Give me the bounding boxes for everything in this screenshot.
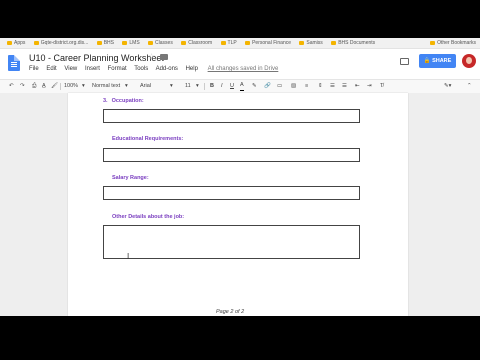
bold-icon[interactable]: B [210, 80, 214, 93]
toolbar-divider [204, 83, 205, 90]
salary-label: Salary Range: [112, 175, 149, 181]
google-docs-icon[interactable] [8, 55, 20, 71]
comments-icon[interactable] [400, 58, 409, 65]
folder-icon [331, 41, 337, 45]
menu-tools[interactable]: Tools [134, 66, 148, 72]
bookmark-item[interactable]: Gqte-district.org.dis... [33, 38, 88, 48]
bookmark-item[interactable]: LMS [122, 38, 140, 48]
folder-icon [122, 41, 128, 45]
numbered-list-icon[interactable]: ☰ [330, 80, 335, 93]
bookmark-item[interactable]: Classes [148, 38, 173, 48]
text-cursor-icon: I [127, 252, 130, 261]
align-icon[interactable]: ≡ [305, 80, 308, 93]
zoom-select[interactable]: 100% [64, 80, 78, 93]
bookmark-item[interactable]: Samiss [299, 38, 323, 48]
font-size-select[interactable]: 11 [185, 80, 191, 93]
increase-indent-icon[interactable]: ⇥ [367, 80, 372, 93]
avatar[interactable] [462, 54, 476, 68]
other-details-label: Other Details about the job: [112, 214, 185, 220]
font-select[interactable]: Arial [140, 80, 151, 93]
education-label: Educational Requirements: [112, 136, 184, 142]
decrease-indent-icon[interactable]: ⇤ [355, 80, 360, 93]
clear-format-icon[interactable]: T̸ [380, 80, 383, 93]
salary-field[interactable] [103, 186, 360, 200]
document-canvas: 3. Occupation: Educational Requirements: … [0, 93, 480, 316]
line-spacing-icon[interactable]: ⇕ [318, 80, 323, 93]
folder-icon [181, 41, 187, 45]
star-icon[interactable]: ☆ [148, 52, 155, 61]
document-title[interactable]: U10 - Career Planning Worksheet [29, 53, 164, 63]
page-footer: Page 2 of 2 [216, 309, 245, 315]
apps-icon [7, 41, 12, 45]
bookmark-item[interactable]: BHS [96, 38, 114, 48]
chevron-down-icon: ▾ [170, 83, 173, 89]
toolbar-divider [60, 83, 61, 90]
print-icon[interactable]: ⎙ [32, 80, 36, 93]
chevron-down-icon: ▾ [125, 83, 128, 89]
docs-window: Apps Gqte-district.org.dis... BHS LMS Cl… [0, 38, 480, 316]
menu-file[interactable]: File [29, 66, 39, 72]
bookmark-item[interactable]: TLP [220, 38, 237, 48]
underline-icon[interactable]: U [230, 80, 234, 93]
menu-bar: File Edit View Insert Format Tools Add-o… [29, 66, 284, 72]
menu-view[interactable]: View [64, 66, 77, 72]
education-field[interactable] [103, 148, 360, 162]
bookmark-item[interactable]: Personal Finance [245, 38, 291, 48]
menu-addons[interactable]: Add-ons [156, 66, 178, 72]
folder-icon [220, 41, 226, 45]
other-details-field[interactable] [103, 225, 360, 259]
spellcheck-icon[interactable]: A̲ [42, 80, 46, 93]
occupation-label: 3. Occupation: [103, 98, 144, 104]
bookmarks-bar: Apps Gqte-district.org.dis... BHS LMS Cl… [0, 38, 480, 49]
style-select[interactable]: Normal text [92, 80, 120, 93]
docs-header: U10 - Career Planning Worksheet ☆ File E… [0, 49, 480, 79]
bulleted-list-icon[interactable]: ☰ [342, 80, 347, 93]
text-color-icon[interactable]: A [240, 80, 244, 91]
menu-format[interactable]: Format [108, 66, 127, 72]
share-button[interactable]: 🔒 SHARE [419, 54, 456, 68]
formatting-toolbar: ↶ ↷ ⎙ A̲ 🖌 100% ▾ Normal text ▾ Arial ▾ … [0, 79, 480, 94]
bookmark-apps[interactable]: Apps [7, 38, 25, 48]
bookmark-item[interactable]: Classroom [181, 38, 212, 48]
menu-insert[interactable]: Insert [85, 66, 100, 72]
occupation-field[interactable] [103, 109, 360, 123]
comment-add-icon[interactable]: ▭ [277, 80, 282, 93]
paint-format-icon[interactable]: 🖌 [51, 80, 58, 93]
redo-icon[interactable]: ↷ [20, 80, 25, 93]
folder-icon [148, 41, 154, 45]
link-icon[interactable]: 🔗 [264, 80, 271, 93]
other-bookmarks[interactable]: Other Bookmarks [430, 38, 476, 48]
italic-icon[interactable]: I [221, 80, 223, 93]
menu-help[interactable]: Help [186, 66, 198, 72]
folder-icon [299, 41, 305, 45]
menu-edit[interactable]: Edit [46, 66, 56, 72]
folder-icon [245, 41, 251, 45]
image-icon[interactable]: ▨ [291, 80, 296, 93]
bookmark-item[interactable]: BHS Documents [331, 38, 375, 48]
folder-icon [33, 41, 39, 45]
undo-icon[interactable]: ↶ [9, 80, 14, 93]
document-page[interactable]: 3. Occupation: Educational Requirements: … [68, 93, 408, 316]
editing-mode-icon[interactable]: ✎▾ [444, 80, 451, 93]
folder-icon [430, 41, 436, 45]
folder-icon[interactable] [160, 54, 168, 60]
highlight-icon[interactable]: ✎ [252, 80, 257, 93]
collapse-icon[interactable]: ⌃ [467, 80, 472, 93]
chevron-down-icon: ▾ [82, 83, 85, 89]
chevron-down-icon: ▾ [196, 83, 199, 89]
folder-icon [96, 41, 102, 45]
save-status[interactable]: All changes saved in Drive [208, 66, 279, 72]
